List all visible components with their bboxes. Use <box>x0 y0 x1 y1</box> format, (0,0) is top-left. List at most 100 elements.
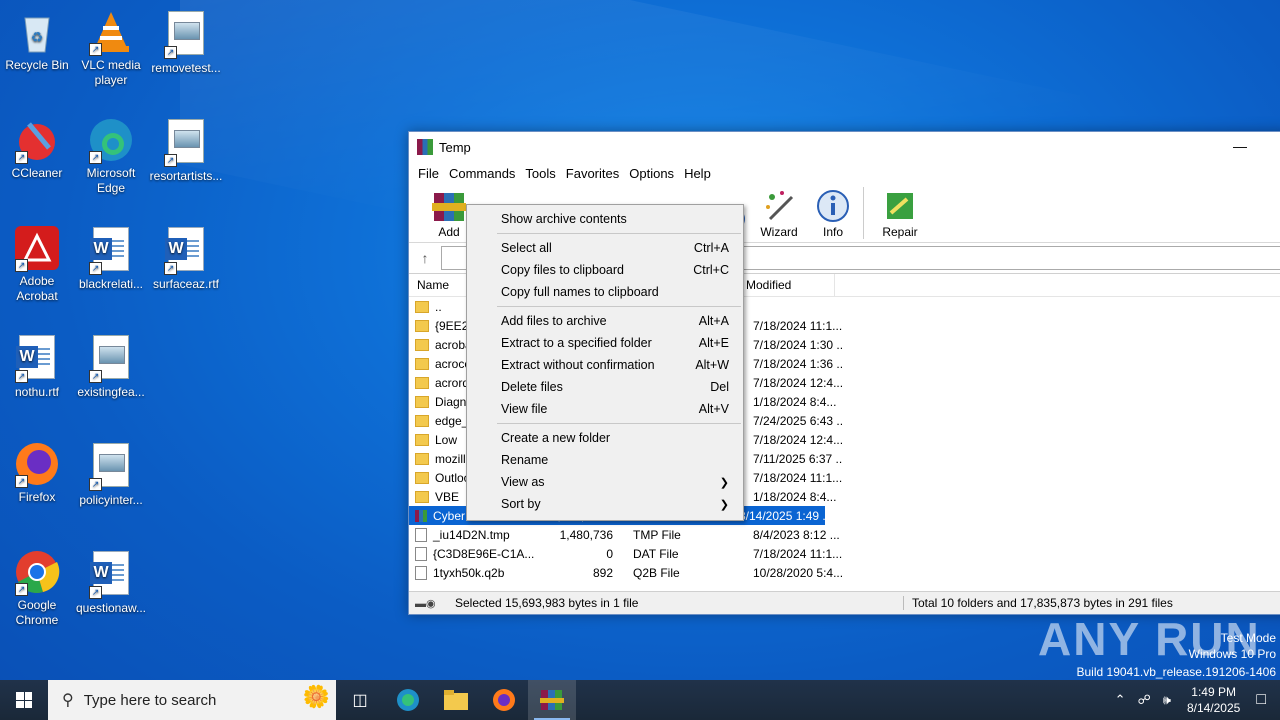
info-button[interactable]: Info <box>809 189 857 242</box>
repair-icon <box>883 189 917 223</box>
file-name: {C3D8E96E-C1A... <box>433 546 535 561</box>
desktop-icon[interactable]: ↗ Adobe Acrobat <box>0 224 74 304</box>
context-menu-item[interactable]: Add files to archive Alt+A <box>467 310 743 332</box>
edge-icon <box>397 689 419 711</box>
desktop-icon[interactable]: ↗ existingfea... <box>74 332 148 400</box>
file-modified: 1/18/2024 8:4... <box>753 394 837 409</box>
file-row[interactable]: 1tyxh50k.q2b 892 Q2B File 10/28/2020 5:4... <box>409 563 1280 582</box>
menu-item-label: Select all <box>501 241 552 255</box>
desktop-icon[interactable]: W ↗ questionaw... <box>74 548 148 616</box>
image-file-icon: ↗ <box>162 11 210 59</box>
taskbar-file-explorer[interactable] <box>432 680 480 720</box>
chrome-icon: ↗ <box>13 548 61 596</box>
image-file-icon: ↗ <box>87 443 135 491</box>
clock[interactable]: 1:49 PM 8/14/2025 <box>1187 684 1240 716</box>
menu-item-label: Rename <box>501 453 549 467</box>
desktop-icon[interactable]: ↗ policyinter... <box>74 440 148 508</box>
speaker-icon[interactable]: 🕪 <box>1163 692 1171 708</box>
menu-item-label: Create a new folder <box>501 431 611 445</box>
menu-help[interactable]: Help <box>679 166 716 181</box>
desktop-icon[interactable]: W ↗ surfaceaz.rtf <box>149 224 223 292</box>
context-menu-item[interactable]: Sort by ❯ <box>467 493 743 515</box>
file-modified: 8/14/2025 1:49 ... <box>738 508 825 523</box>
file-icon <box>415 565 427 580</box>
title-bar[interactable]: Temp — <box>409 132 1280 162</box>
drive-icon: ▬◉ <box>415 597 436 610</box>
taskbar-firefox[interactable] <box>480 680 528 720</box>
status-selected: Selected 15,693,983 bytes in 1 file <box>455 596 904 610</box>
taskbar-search[interactable]: ⚲ Type here to search 🌼 <box>48 680 336 720</box>
menu-favorites[interactable]: Favorites <box>561 166 624 181</box>
context-menu-item[interactable]: Delete files Del <box>467 376 743 398</box>
ccleaner-icon: ↗ <box>13 116 61 164</box>
desktop-icon[interactable]: ↗ CCleaner <box>0 116 74 181</box>
desktop-icon[interactable]: W ↗ nothu.rtf <box>0 332 74 400</box>
desktop-icon[interactable]: ↗ removetest... <box>149 8 223 76</box>
word-doc-icon: W ↗ <box>87 227 135 275</box>
context-menu-item[interactable]: Extract without confirmation Alt+W <box>467 354 743 376</box>
desktop-icon[interactable]: W ↗ blackrelati... <box>74 224 148 292</box>
file-name: mozill <box>435 451 466 466</box>
svg-text:♻: ♻ <box>31 29 44 45</box>
file-icon <box>415 527 427 542</box>
menu-separator <box>497 233 741 234</box>
context-menu-item[interactable]: Create a new folder <box>467 427 743 449</box>
menu-commands[interactable]: Commands <box>444 166 520 181</box>
file-row[interactable]: _iu14D2N.tmp 1,480,736 TMP File 8/4/2023 8:… <box>409 525 1280 544</box>
file-type: TMP File <box>633 527 681 542</box>
start-button[interactable] <box>0 680 48 720</box>
menu-separator <box>497 423 741 424</box>
notifications-icon[interactable]: □ <box>1256 691 1266 709</box>
repair-button[interactable]: Repair <box>870 189 930 242</box>
desktop-icon[interactable]: ↗ resortartists... <box>149 116 223 184</box>
winrar-icon <box>540 690 564 710</box>
menu-file[interactable]: File <box>413 166 444 181</box>
file-row[interactable]: {C3D8E96E-C1A... 0 DAT File 7/18/2024 11:1.… <box>409 544 1280 563</box>
desktop-icon[interactable]: ↗ VLC media player <box>74 8 148 88</box>
desktop-icon[interactable]: ↗ Firefox <box>0 440 74 505</box>
folder-icon <box>415 338 429 351</box>
test-mode-text: Test Mode <box>1220 631 1276 645</box>
repair-label: Repair <box>882 225 918 239</box>
desktop-icon[interactable]: ↗ Google Chrome <box>0 548 74 628</box>
task-view-button[interactable]: ◫ <box>336 680 384 720</box>
context-menu-item[interactable]: View file Alt+V <box>467 398 743 420</box>
menu-item-label: Extract to a specified folder <box>501 336 652 350</box>
file-name: acrord <box>435 375 470 390</box>
file-icon <box>415 546 427 561</box>
context-menu-item[interactable]: Show archive contents <box>467 208 743 230</box>
taskbar-edge[interactable] <box>384 680 432 720</box>
file-size: 1,480,736 <box>559 527 613 542</box>
column-modified[interactable]: Modified <box>738 274 835 296</box>
clock-date: 8/14/2025 <box>1186 701 1241 715</box>
task-view-icon: ◫ <box>352 692 368 709</box>
chevron-up-icon[interactable]: ⌃ <box>1115 692 1126 708</box>
menu-options[interactable]: Options <box>624 166 679 181</box>
context-menu-item[interactable]: View as ❯ <box>467 471 743 493</box>
taskbar-winrar[interactable] <box>528 680 576 720</box>
folder-icon <box>415 395 429 408</box>
context-menu-item[interactable]: Copy files to clipboard Ctrl+C <box>467 259 743 281</box>
wizard-button[interactable]: Wizard <box>749 189 809 242</box>
info-icon <box>816 189 850 223</box>
up-arrow-icon[interactable]: ↑ <box>409 250 441 266</box>
file-name: _iu14D2N.tmp <box>433 527 510 542</box>
context-menu-item[interactable]: Copy full names to clipboard <box>467 281 743 303</box>
desktop-icon[interactable]: ♻ Recycle Bin <box>0 8 74 73</box>
desktop-icon-label: CCleaner <box>11 166 63 180</box>
desktop-icon[interactable]: ↗ Microsoft Edge <box>74 116 148 196</box>
context-menu-item[interactable]: Extract to a specified folder Alt+E <box>467 332 743 354</box>
menu-tools[interactable]: Tools <box>520 166 560 181</box>
context-menu-item[interactable]: Rename <box>467 449 743 471</box>
desktop-icon-label: removetest... <box>151 61 221 75</box>
file-modified: 7/18/2024 1:36 ... <box>753 356 843 371</box>
minimize-button[interactable]: — <box>1225 138 1255 156</box>
desktop-icon-label: nothu.rtf <box>14 385 60 399</box>
desktop-icon-label: blackrelati... <box>78 277 144 291</box>
menu-item-label: View file <box>501 402 548 416</box>
menu-item-label: View as <box>501 475 545 489</box>
context-menu-item[interactable]: Select all Ctrl+A <box>467 237 743 259</box>
network-icon[interactable]: ☍ <box>1138 692 1151 708</box>
menu-item-shortcut: Alt+A <box>698 314 729 328</box>
desktop-icon-label: Google Chrome <box>15 598 59 627</box>
